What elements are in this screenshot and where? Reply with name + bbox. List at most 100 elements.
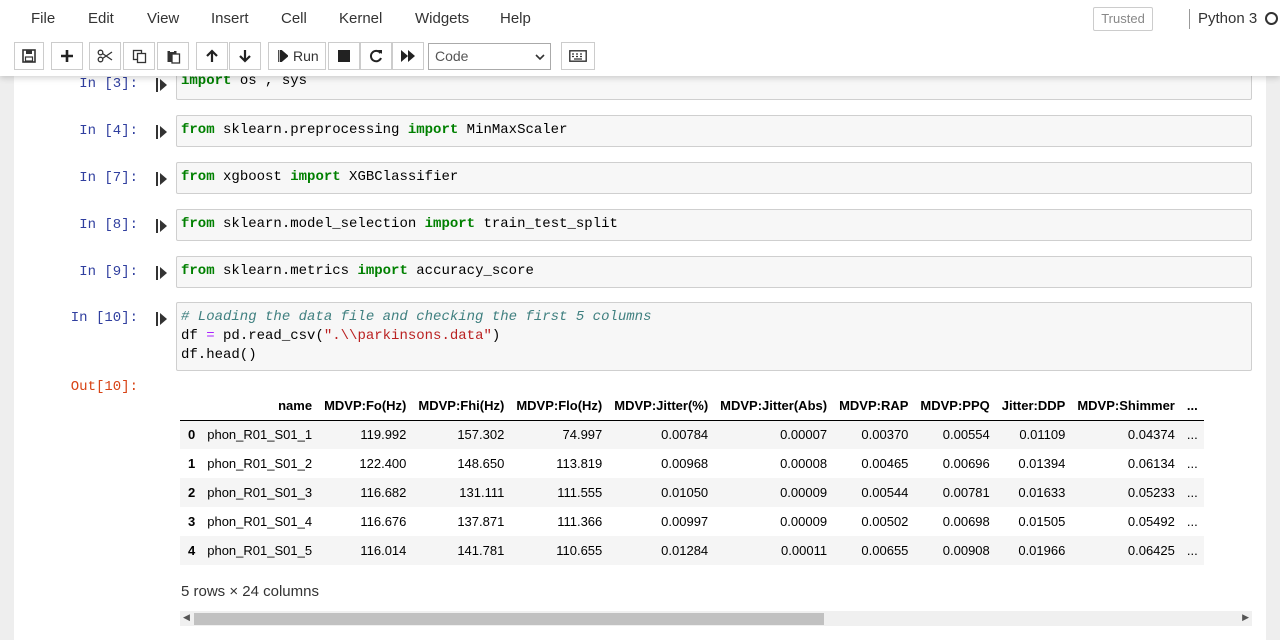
- fast-forward-icon: [401, 50, 415, 62]
- table-cell: 0.00011: [714, 536, 834, 565]
- table-cell: 0.00784: [608, 420, 715, 449]
- run-label: Run: [293, 48, 319, 64]
- code-keyword: from: [181, 122, 215, 138]
- table-cell: 0.00465: [861, 456, 909, 471]
- table-row: 1 phon_R01_S01_2 122.400 148.650 113.819…: [180, 449, 1204, 478]
- horizontal-scrollbar[interactable]: ◀ ▶: [180, 611, 1252, 626]
- stop-icon: [338, 50, 350, 62]
- input-prompt: In [7]:: [79, 170, 138, 186]
- restart-run-all-button[interactable]: [392, 42, 424, 70]
- table-cell: 113.819: [556, 456, 603, 471]
- table-cell: 131.111: [412, 478, 511, 507]
- run-cell-icon[interactable]: [156, 172, 168, 186]
- menu-edit[interactable]: Edit: [88, 10, 114, 27]
- code-keyword: import: [407, 122, 459, 138]
- trusted-badge[interactable]: Trusted: [1093, 7, 1153, 31]
- vertical-scrollbar[interactable]: [1266, 76, 1280, 640]
- run-cell-icon[interactable]: [156, 125, 168, 139]
- table-cell: ...: [1180, 420, 1204, 449]
- scrollbar-thumb[interactable]: [194, 613, 824, 625]
- menu-file[interactable]: File: [31, 10, 55, 27]
- run-cell-icon[interactable]: [156, 266, 168, 280]
- table-cell: phon_R01_S01_4: [207, 514, 313, 529]
- table-cell: 0.00698: [942, 514, 990, 529]
- menu-insert[interactable]: Insert: [211, 10, 249, 27]
- code-keyword: import: [357, 263, 408, 279]
- table-cell: 0.00554: [914, 420, 996, 449]
- move-down-icon: [239, 50, 251, 63]
- column-header: MDVP:Jitter(%): [608, 392, 715, 421]
- move-down-button[interactable]: [229, 42, 261, 70]
- code-input[interactable]: from sklearn.model_selection import trai…: [176, 209, 1252, 241]
- stop-button[interactable]: [328, 42, 360, 70]
- dataframe-shape: 5 rows × 24 columns: [181, 583, 319, 600]
- code-text: xgboost: [214, 169, 291, 185]
- cell-type-value: Code: [435, 48, 469, 64]
- scroll-right-icon[interactable]: ▶: [1242, 612, 1249, 623]
- code-keyword: from: [181, 263, 215, 279]
- cut-button[interactable]: [89, 42, 121, 70]
- add-cell-button[interactable]: [51, 42, 83, 70]
- row-index: 2: [180, 478, 202, 507]
- table-row: 4 phon_R01_S01_5 116.014 141.781 110.655…: [180, 536, 1204, 565]
- run-cell-icon[interactable]: [156, 312, 168, 326]
- kernel-separator: [1189, 9, 1190, 29]
- table-cell: 141.781: [412, 536, 511, 565]
- code-input[interactable]: # Loading the data file and checking the…: [176, 302, 1252, 371]
- column-header: MDVP:Fo(Hz): [318, 392, 413, 421]
- table-cell: ...: [1180, 536, 1204, 565]
- table-cell: 0.00009: [714, 478, 834, 507]
- run-button[interactable]: Run: [268, 42, 326, 70]
- restart-button[interactable]: [360, 42, 392, 70]
- output-prompt: Out[10]:: [70, 379, 138, 395]
- menu-view[interactable]: View: [147, 10, 179, 27]
- code-keyword: import: [424, 216, 476, 232]
- menu-help[interactable]: Help: [500, 10, 531, 27]
- row-index: 3: [188, 514, 196, 529]
- paste-button[interactable]: [157, 42, 189, 70]
- code-keyword: from: [181, 216, 215, 232]
- code-input[interactable]: import os , sys: [176, 76, 1252, 100]
- save-button[interactable]: [14, 42, 44, 70]
- menu-widgets[interactable]: Widgets: [415, 10, 469, 27]
- table-cell: 0.05492: [1127, 514, 1175, 529]
- add-cell-icon: [61, 50, 73, 62]
- cell-type-select[interactable]: Code: [428, 43, 551, 70]
- table-cell: 122.400: [359, 456, 407, 471]
- kernel-idle-icon: [1265, 12, 1278, 25]
- run-cell-icon[interactable]: [156, 78, 168, 92]
- command-palette-button[interactable]: [561, 42, 595, 70]
- table-cell: 0.00655: [833, 536, 915, 565]
- table-row: 2 phon_R01_S01_3 116.682 131.111 111.555…: [180, 478, 1204, 507]
- scroll-left-icon[interactable]: ◀: [183, 612, 190, 623]
- menu-kernel[interactable]: Kernel: [339, 10, 382, 27]
- table-cell: 0.01966: [995, 536, 1072, 565]
- table-cell: 0.00370: [833, 420, 915, 449]
- table-row: 3 phon_R01_S01_4 116.676 137.871 111.366…: [180, 507, 1204, 536]
- table-cell: 110.655: [510, 536, 609, 565]
- kernel-name[interactable]: Python 3: [1198, 10, 1257, 27]
- column-header: MDVP:Shimmer: [1071, 392, 1181, 421]
- table-cell: 0.01394: [1018, 456, 1066, 471]
- run-cell-icon[interactable]: [156, 219, 168, 233]
- column-header: Jitter:DDP: [995, 392, 1072, 421]
- copy-button[interactable]: [123, 42, 155, 70]
- table-cell: 0.01505: [1018, 514, 1066, 529]
- code-text: XGBClassifier: [340, 169, 459, 185]
- column-header: MDVP:RAP: [833, 392, 915, 421]
- table-cell: phon_R01_S01_2: [207, 456, 313, 471]
- table-row: 0 phon_R01_S01_1 119.992 157.302 74.997 …: [180, 420, 1204, 449]
- table-cell: 0.00502: [861, 514, 909, 529]
- code-string: ".\\parkinsons.data": [323, 328, 492, 344]
- table-cell: 0.01633: [995, 478, 1072, 507]
- move-up-button[interactable]: [196, 42, 228, 70]
- code-text: sklearn.metrics: [214, 263, 358, 279]
- code-input[interactable]: from sklearn.metrics import accuracy_sco…: [176, 256, 1252, 288]
- menu-cell[interactable]: Cell: [281, 10, 307, 27]
- code-input[interactable]: from xgboost import XGBClassifier: [176, 162, 1252, 194]
- code-input[interactable]: from sklearn.preprocessing import MinMax…: [176, 115, 1252, 147]
- table-cell: 111.555: [510, 478, 609, 507]
- input-prompt: In [3]:: [79, 76, 138, 92]
- table-cell: phon_R01_S01_1: [201, 420, 319, 449]
- column-header: MDVP:Fhi(Hz): [412, 392, 511, 421]
